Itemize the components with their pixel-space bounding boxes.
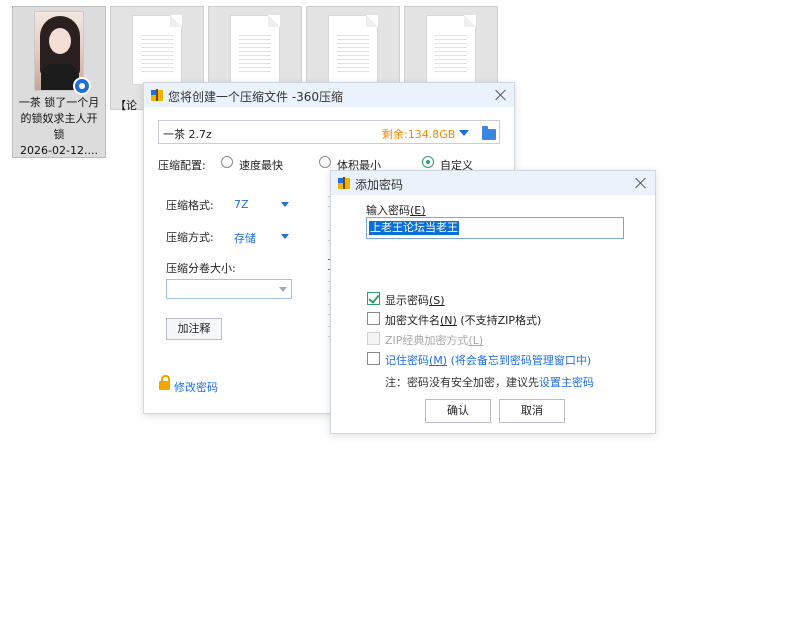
option-label: 速度最快: [239, 159, 283, 172]
archive-name-field[interactable]: 一茶 2.7z 剩余:134.8GB: [158, 120, 500, 144]
accelerator-key: (N): [440, 314, 457, 327]
label-text: 加密文件名: [385, 314, 440, 327]
show-password-checkbox[interactable]: [367, 292, 380, 305]
show-password-label: 显示密码(S): [385, 292, 445, 308]
caption-line: 的锁奴求主人开: [20, 112, 98, 125]
accelerator-key: (S): [429, 294, 445, 307]
file-caption: 一茶 锁了一个月 的锁奴求主人开 锁 2026-02-12....: [15, 95, 103, 159]
close-icon[interactable]: [634, 176, 648, 190]
format-select[interactable]: 7Z: [234, 198, 249, 211]
add-password-dialog: 添加密码 输入密码(E) 上老王论坛当老王 显示密码(S) 加密文件名(N) (…: [330, 170, 656, 434]
encrypt-filenames-checkbox[interactable]: [367, 312, 380, 325]
title-bar: 添加密码: [331, 171, 655, 195]
free-space-label: 剩余:134.8GB: [382, 128, 456, 141]
folder-icon[interactable]: [482, 126, 496, 140]
password-input[interactable]: 上老王论坛当老王: [366, 217, 624, 239]
chevron-down-icon[interactable]: [281, 234, 289, 239]
format-label: 压缩格式:: [166, 199, 214, 212]
radio-custom[interactable]: [422, 156, 434, 168]
label-text: ZIP经典加密方式: [385, 334, 469, 347]
password-value: 上老王论坛当老王: [369, 221, 459, 235]
caption-line: 2026-02-12....: [20, 144, 98, 157]
remember-password-checkbox[interactable]: [367, 352, 380, 365]
dialog-title: 添加密码: [355, 178, 404, 192]
title-bar: 您将创建一个压缩文件 -360压缩: [144, 83, 514, 107]
method-select[interactable]: 存储: [234, 230, 256, 246]
set-master-password-link[interactable]: 设置主密码: [539, 374, 594, 390]
caption-line: 一茶 锁了一个月: [18, 96, 100, 109]
dialog-title: 您将创建一个压缩文件 -360压缩: [168, 90, 344, 104]
caption-line: 锁: [53, 128, 65, 141]
zip-classic-checkbox[interactable]: [367, 332, 380, 345]
label-text: 显示密码: [385, 294, 429, 307]
note-text: (将会备忘到密码管理窗口中): [450, 354, 592, 367]
method-label: 压缩方式:: [166, 231, 214, 244]
radio-fastest[interactable]: [221, 156, 233, 168]
chevron-down-icon: [279, 287, 287, 292]
chevron-down-icon[interactable]: [459, 130, 469, 136]
video-badge-icon: [73, 77, 91, 95]
password-input-label: 输入密码(E): [366, 202, 426, 218]
add-comment-button[interactable]: 加注释: [166, 318, 222, 340]
label-text: 输入密码: [366, 204, 410, 217]
remember-password-label: 记住密码(M) (将会备忘到密码管理窗口中): [385, 352, 591, 368]
file-item-video[interactable]: 一茶 锁了一个月 的锁奴求主人开 锁 2026-02-12....: [12, 6, 106, 158]
zip-classic-label: ZIP经典加密方式(L): [385, 332, 483, 348]
label-text: 记住密码: [385, 354, 429, 367]
change-password-link[interactable]: 修改密码: [174, 379, 218, 395]
archive-app-icon: [151, 89, 163, 101]
lock-icon: [159, 375, 170, 390]
volume-label: 压缩分卷大小:: [166, 262, 236, 275]
document-icon: [132, 15, 182, 85]
document-icon: [426, 15, 476, 85]
document-icon: [328, 15, 378, 85]
config-label: 压缩配置:: [158, 159, 206, 172]
security-note: 注：密码没有安全加密，建议先: [385, 376, 539, 389]
chevron-down-icon[interactable]: [281, 202, 289, 207]
radio-smallest[interactable]: [319, 156, 331, 168]
accelerator-key: (E): [410, 204, 426, 217]
volume-size-select[interactable]: [166, 279, 292, 299]
note-text: (不支持ZIP格式): [460, 314, 542, 327]
document-icon: [230, 15, 280, 85]
accelerator-key: (M): [429, 354, 448, 367]
archive-app-icon: [338, 177, 350, 189]
archive-name: 一茶 2.7z: [163, 128, 212, 141]
file-caption: 【论: [115, 99, 137, 112]
accelerator-key: (L): [468, 334, 484, 347]
ok-button[interactable]: 确认: [425, 399, 491, 423]
encrypt-filenames-label: 加密文件名(N) (不支持ZIP格式): [385, 312, 541, 328]
cancel-button[interactable]: 取消: [499, 399, 565, 423]
close-icon[interactable]: [494, 88, 508, 102]
